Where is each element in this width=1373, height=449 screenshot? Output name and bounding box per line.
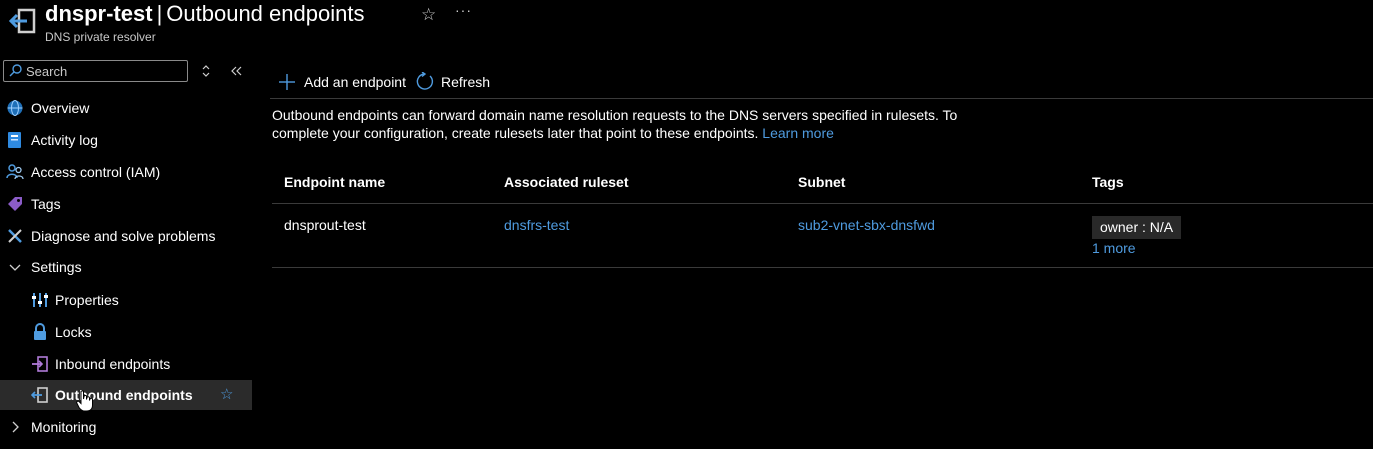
plus-icon bbox=[279, 74, 295, 90]
column-header-endpoint-name[interactable]: Endpoint name bbox=[284, 174, 385, 190]
sidebar-item-label: Diagnose and solve problems bbox=[31, 228, 216, 244]
ruleset-link[interactable]: dnsfrs-test bbox=[504, 217, 569, 233]
sidebar-item-label: Activity log bbox=[31, 132, 98, 148]
sidebar-item-inbound-endpoints[interactable]: Inbound endpoints bbox=[0, 349, 252, 379]
search-icon bbox=[9, 64, 22, 77]
sidebar-search[interactable] bbox=[3, 60, 188, 82]
favorite-star-icon[interactable]: ☆ bbox=[220, 385, 233, 403]
sidebar-item-diagnose[interactable]: Diagnose and solve problems bbox=[0, 221, 252, 251]
refresh-label: Refresh bbox=[441, 74, 491, 90]
grid-header-divider bbox=[272, 203, 1373, 204]
outbound-endpoint-logo-icon bbox=[8, 8, 36, 34]
chevron-right-icon bbox=[12, 421, 19, 433]
sidebar-item-label: Access control (IAM) bbox=[31, 164, 161, 180]
sidebar-item-access-control[interactable]: Access control (IAM) bbox=[0, 157, 252, 187]
outbound-endpoint-icon bbox=[31, 387, 48, 403]
sidebar-item-label: Settings bbox=[31, 259, 82, 275]
search-input[interactable] bbox=[26, 62, 181, 80]
learn-more-link[interactable]: Learn more bbox=[762, 125, 834, 141]
properties-icon bbox=[32, 293, 48, 307]
grid-row-divider bbox=[272, 267, 1373, 268]
title-separator: | bbox=[156, 1, 163, 26]
favorite-star-icon[interactable]: ☆ bbox=[421, 5, 436, 25]
sidebar-item-monitoring[interactable]: Monitoring bbox=[0, 412, 252, 442]
sidebar-item-label: Locks bbox=[55, 324, 92, 340]
page-title: dnspr-test | Outbound endpoints bbox=[45, 1, 364, 27]
wrench-icon bbox=[8, 229, 22, 243]
tag-chip: owner : N/A bbox=[1092, 216, 1182, 239]
resource-type-subtitle: DNS private resolver bbox=[45, 30, 156, 44]
hand-cursor-icon bbox=[76, 390, 93, 412]
sort-updown-icon[interactable] bbox=[199, 64, 213, 78]
sidebar-item-label: Overview bbox=[31, 100, 90, 116]
chevron-down-icon bbox=[9, 264, 21, 271]
sidebar-item-settings[interactable]: Settings bbox=[0, 252, 252, 282]
inbound-endpoint-icon bbox=[32, 356, 48, 372]
subnet-link[interactable]: sub2-vnet-sbx-dnsfwd bbox=[798, 217, 935, 233]
endpoint-name-cell: dnsprout-test bbox=[284, 217, 366, 233]
more-tags-link[interactable]: 1 more bbox=[1092, 240, 1136, 256]
sidebar-item-overview[interactable]: Overview bbox=[0, 93, 252, 123]
column-header-tags[interactable]: Tags bbox=[1092, 174, 1124, 190]
activity-log-icon bbox=[8, 132, 21, 148]
sidebar-item-tags[interactable]: Tags bbox=[0, 189, 252, 219]
sidebar-item-outbound-endpoints[interactable]: Outbound endpoints ☆ bbox=[0, 380, 252, 410]
more-options-button[interactable]: ··· bbox=[455, 2, 472, 18]
blade-name: Outbound endpoints bbox=[166, 1, 365, 26]
collapse-sidebar-icon[interactable] bbox=[229, 64, 245, 78]
lock-icon bbox=[34, 323, 46, 340]
people-icon bbox=[6, 164, 24, 180]
sidebar-item-properties[interactable]: Properties bbox=[0, 285, 252, 315]
sidebar-item-activity-log[interactable]: Activity log bbox=[0, 125, 252, 155]
column-header-associated-ruleset[interactable]: Associated ruleset bbox=[504, 174, 629, 190]
column-header-subnet[interactable]: Subnet bbox=[798, 174, 845, 190]
info-text: Outbound endpoints can forward domain na… bbox=[272, 107, 958, 141]
sidebar-item-locks[interactable]: Locks bbox=[0, 317, 252, 347]
overview-globe-icon bbox=[7, 100, 23, 116]
command-bar-divider bbox=[270, 98, 1373, 99]
refresh-icon bbox=[416, 72, 434, 90]
sidebar-item-label: Properties bbox=[55, 292, 119, 308]
resource-name: dnspr-test bbox=[45, 1, 153, 26]
add-endpoint-label: Add an endpoint bbox=[304, 74, 406, 90]
tag-icon bbox=[8, 197, 22, 211]
sidebar-item-label: Monitoring bbox=[31, 419, 97, 435]
sidebar-item-label: Tags bbox=[31, 196, 61, 212]
info-description: Outbound endpoints can forward domain na… bbox=[272, 106, 1012, 142]
sidebar-item-label: Inbound endpoints bbox=[55, 356, 171, 372]
